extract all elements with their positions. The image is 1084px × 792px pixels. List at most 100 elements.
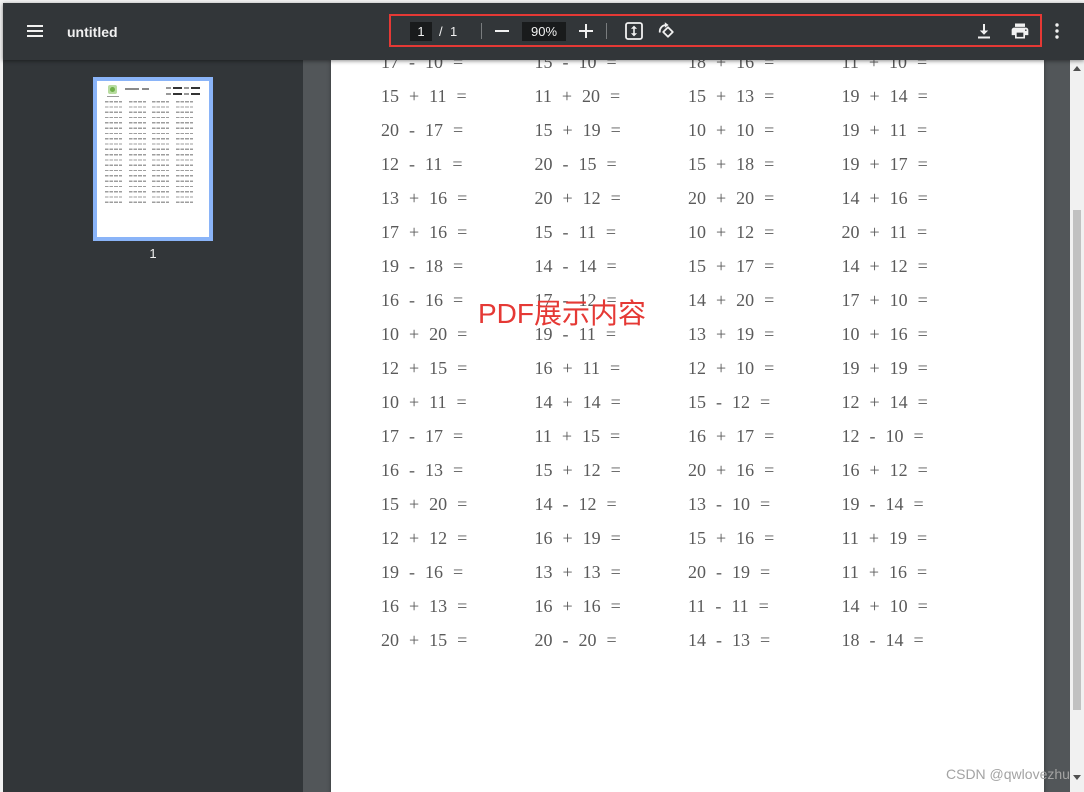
math-problem: 20 - 17 = — [381, 120, 464, 140]
math-problem: 17 + 16 = — [381, 222, 468, 242]
math-problem: 20 + 12 = — [534, 188, 621, 208]
toolbar-divider — [481, 23, 482, 39]
math-problem: 13 + 19 = — [688, 324, 775, 344]
math-problem: 20 - 19 = — [688, 562, 771, 582]
scroll-up-arrow-icon[interactable] — [1073, 66, 1081, 71]
math-problem: 20 + 15 = — [381, 630, 468, 650]
fit-to-page-icon — [625, 22, 643, 40]
math-problem: 11 - 11 = — [688, 596, 769, 616]
logo-dot — [110, 87, 115, 92]
math-problem: 13 + 16 = — [381, 188, 468, 208]
math-problem: 16 + 19 = — [534, 528, 621, 548]
math-problem: 10 + 10 = — [688, 120, 775, 140]
document-viewer[interactable]: 17 - 10 = 15 - 10 = 18 + 16 = 11 + 10 = 15 +… — [303, 60, 1070, 792]
print-button[interactable] — [1006, 17, 1034, 45]
page-separator: / — [439, 24, 443, 39]
thumbnail-sidebar: 1 — [3, 60, 303, 792]
math-problem: 19 + 11 = — [841, 120, 928, 140]
math-problem: 15 + 17 = — [688, 256, 775, 276]
thumbnail-problem-column — [152, 101, 169, 203]
more-vertical-icon — [1055, 23, 1059, 39]
math-problem: 10 + 12 = — [688, 222, 775, 242]
math-problem: 15 + 16 = — [688, 528, 775, 548]
math-problem: 14 + 14 = — [534, 392, 621, 412]
math-problem: 15 - 10 = — [534, 60, 617, 72]
fit-to-page-button[interactable] — [620, 17, 648, 45]
math-problem: 15 + 19 = — [534, 120, 621, 140]
math-problem: 19 - 16 = — [381, 562, 464, 582]
zoom-level-input[interactable] — [522, 22, 566, 41]
download-icon — [976, 23, 992, 39]
scrollbar-thumb[interactable] — [1073, 210, 1081, 710]
math-problem: 10 + 16 = — [841, 324, 928, 344]
math-problem: 15 + 18 = — [688, 154, 775, 174]
math-problem: 11 + 16 = — [841, 562, 928, 582]
download-button[interactable] — [970, 17, 998, 45]
math-problem: 11 + 10 = — [841, 60, 928, 72]
math-problem: 18 - 14 = — [841, 630, 924, 650]
math-problem: 16 - 16 = — [381, 290, 464, 310]
math-problem: 20 + 11 = — [841, 222, 928, 242]
math-problem: 19 + 19 = — [841, 358, 928, 378]
thumbnail-page-number: 1 — [149, 246, 157, 261]
math-problem: 15 - 12 = — [688, 392, 771, 412]
menu-icon — [27, 25, 43, 37]
math-problem: 17 - 12 = — [534, 290, 617, 310]
more-actions-button[interactable] — [1043, 17, 1071, 45]
math-problem: 18 + 16 = — [688, 60, 775, 72]
math-problem: 17 - 10 = — [381, 60, 464, 72]
math-problem: 19 + 14 = — [841, 86, 928, 106]
math-problem: 16 + 13 = — [381, 596, 468, 616]
math-problem: 14 - 14 = — [534, 256, 617, 276]
page-number-input[interactable] — [410, 22, 432, 41]
math-problem: 14 + 16 = — [841, 188, 928, 208]
print-icon — [1010, 21, 1030, 41]
zoom-in-button[interactable] — [572, 17, 600, 45]
rotate-button[interactable] — [652, 17, 680, 45]
vertical-scrollbar[interactable] — [1070, 60, 1084, 792]
math-problem: 16 + 16 = — [534, 596, 621, 616]
page-thumbnail[interactable] — [93, 77, 213, 241]
math-problem: 16 + 17 = — [688, 426, 775, 446]
math-problem: 15 + 12 = — [534, 460, 621, 480]
math-problem: 10 + 11 = — [381, 392, 467, 412]
math-problem: 13 - 10 = — [688, 494, 771, 514]
math-problem: 12 + 10 = — [688, 358, 775, 378]
math-problem: 15 + 13 = — [688, 86, 775, 106]
math-problem: 20 + 20 = — [688, 188, 775, 208]
math-problem: 15 + 20 = — [381, 494, 468, 514]
math-problem: 17 + 10 = — [841, 290, 928, 310]
math-problem: 12 - 10 = — [841, 426, 924, 446]
thumbnail-problem-column — [176, 101, 193, 203]
minus-icon — [495, 24, 509, 38]
math-problem: 14 + 10 = — [841, 596, 928, 616]
math-problem: 19 - 11 = — [534, 324, 616, 344]
zoom-out-button[interactable] — [488, 17, 516, 45]
thumbnail-title-line — [125, 88, 149, 90]
math-problem: 12 + 15 = — [381, 358, 468, 378]
thumbnail-problem-column — [129, 101, 146, 203]
math-problem: 16 + 12 = — [841, 460, 928, 480]
math-problem: 19 + 17 = — [841, 154, 928, 174]
math-problem: 12 + 12 = — [381, 528, 468, 548]
thumbnail-problem-column — [105, 101, 122, 203]
scroll-down-arrow-icon[interactable] — [1073, 775, 1081, 780]
math-problem: 20 + 16 = — [688, 460, 775, 480]
pdf-page: 17 - 10 = 15 - 10 = 18 + 16 = 11 + 10 = 15 +… — [331, 60, 1044, 792]
math-problem: 15 + 11 = — [381, 86, 467, 106]
worksheet-logo-icon — [108, 85, 117, 94]
math-problem: 14 + 20 = — [688, 290, 775, 310]
math-problem: 11 + 15 = — [534, 426, 621, 446]
math-problem: 19 - 14 = — [841, 494, 924, 514]
thumbnail-subtitle-line — [107, 96, 119, 98]
math-problem-grid: 17 - 10 = 15 - 10 = 18 + 16 = 11 + 10 = 15 +… — [381, 60, 995, 657]
math-problem: 16 - 13 = — [381, 460, 464, 480]
math-problem: 16 + 11 = — [534, 358, 621, 378]
math-problem: 14 - 12 = — [534, 494, 617, 514]
math-problem: 13 + 13 = — [534, 562, 621, 582]
document-title: untitled — [67, 24, 118, 40]
sidebar-toggle-button[interactable] — [19, 15, 51, 47]
math-problem: 12 - 11 = — [381, 154, 463, 174]
rotate-counterclockwise-icon — [656, 21, 676, 41]
thumbnail-form-field — [166, 87, 200, 89]
